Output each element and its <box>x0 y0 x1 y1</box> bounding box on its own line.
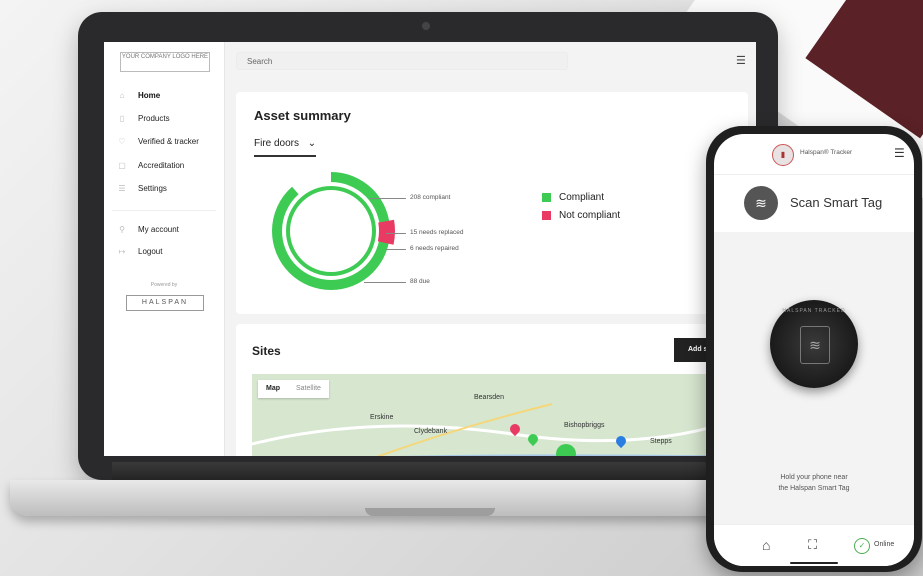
laptop-notch <box>365 508 495 516</box>
scan-frame-icon[interactable]: ⛶ <box>808 537 817 553</box>
map-label: Bishopbriggs <box>564 422 605 429</box>
nfc-wave-icon: ≋ <box>744 186 778 220</box>
legend-label: Not compliant <box>559 210 621 221</box>
laptop-camera <box>422 22 430 30</box>
badge-icon: ▢ <box>118 160 126 170</box>
sidebar-item-label: Settings <box>138 183 167 193</box>
asset-type-value: Fire doors <box>254 138 300 149</box>
online-check-icon: ✓ <box>854 538 870 554</box>
powered-by-label: Powered by <box>150 282 178 288</box>
chevron-down-icon: ⌄ <box>307 138 317 149</box>
annotation-compliant: 208 compliant <box>410 194 451 201</box>
inner-ring <box>286 186 376 276</box>
instruction-line: Hold your phone near <box>780 474 848 481</box>
scan-label: Scan Smart Tag <box>790 195 883 210</box>
halspan-mark-icon: ≋ <box>800 326 830 364</box>
phone-header: ▮ Halspan® Tracker ☰ <box>714 134 914 175</box>
scan-smart-tag-button[interactable]: ≋ Scan Smart Tag <box>714 174 914 233</box>
map-label: Erskine <box>370 414 394 421</box>
settings-icon: ☰ <box>118 183 126 193</box>
filter-menu-icon[interactable]: ☰ <box>736 55 748 67</box>
home-icon: ⌂ <box>119 90 125 100</box>
compliance-donut-chart <box>267 167 395 295</box>
scan-instructions: Hold your phone near the Halspan Smart T… <box>734 472 894 494</box>
phone-bottom-nav: ⌂ ⛶ ✓ Online <box>714 524 914 566</box>
sidebar-item-label: My account <box>138 224 179 234</box>
tab-satellite[interactable]: Satellite <box>288 380 329 398</box>
annotation-line <box>364 282 406 283</box>
sidebar-item-label: Verified & tracker <box>138 136 199 146</box>
home-indicator <box>790 562 838 564</box>
instruction-line: the Halspan Smart Tag <box>778 485 850 492</box>
tab-map[interactable]: Map <box>258 380 288 398</box>
compliant-segment <box>272 172 390 290</box>
halspan-logo: HALSPAN <box>126 295 204 311</box>
company-logo: YOUR COMPANY LOGO HERE <box>120 52 210 72</box>
document-icon: ▯ <box>119 113 125 123</box>
map-label: Clydebank <box>414 428 448 435</box>
sites-title: Sites <box>252 344 281 358</box>
sidebar: YOUR COMPANY LOGO HERE ⌂ Home ▯ Products… <box>104 42 225 456</box>
annotation-needs-replaced: 15 needs replaced <box>410 229 464 236</box>
laptop-screen: YOUR COMPANY LOGO HERE ⌂ Home ▯ Products… <box>104 42 756 456</box>
smart-tag-image: HALSPAN TRACKED ≋ <box>770 300 858 388</box>
sidebar-divider <box>112 210 216 211</box>
sidebar-item-label: Products <box>138 113 170 123</box>
phone-body-area: HALSPAN TRACKED ≋ Hold your phone near t… <box>714 232 914 524</box>
sidebar-item-verified-tracker[interactable]: ♡ Verified & tracker <box>104 132 224 150</box>
legend-label: Compliant <box>559 192 605 203</box>
sidebar-item-settings[interactable]: ☰ Settings <box>104 179 224 197</box>
sites-card: Sites Add s Map Satellite Bearsden Erski… <box>236 324 754 456</box>
legend-item-not-compliant: Not compliant <box>542 210 620 221</box>
annotation-line <box>386 233 406 234</box>
logout-icon: ↦ <box>118 246 126 256</box>
asset-summary-title: Asset summary <box>254 108 351 123</box>
sidebar-item-label: Accreditation <box>138 160 185 170</box>
asset-type-dropdown[interactable]: Fire doors ⌄ <box>254 138 317 157</box>
online-status: Online <box>874 541 895 548</box>
map-label: Bearsden <box>474 394 504 401</box>
annotation-due: 88 due <box>410 278 430 285</box>
phone-screen: ▮ Halspan® Tracker ☰ ≋ Scan Smart Tag HA… <box>714 134 914 566</box>
app-name: Halspan® Tracker <box>800 149 853 156</box>
pin-icon: ♡ <box>118 136 126 146</box>
user-icon: ⚲ <box>119 224 125 234</box>
sidebar-item-label: Logout <box>138 246 163 256</box>
sidebar-item-accreditation[interactable]: ▢ Accreditation <box>104 156 224 174</box>
sites-map[interactable]: Map Satellite Bearsden Erskine Clydebank… <box>252 374 752 456</box>
sidebar-item-logout[interactable]: ↦ Logout <box>104 242 224 260</box>
map-type-tabs: Map Satellite <box>258 380 329 398</box>
home-icon[interactable]: ⌂ <box>762 537 770 553</box>
sidebar-item-label: Home <box>138 90 161 100</box>
tag-text: HALSPAN TRACKED <box>782 308 846 314</box>
sidebar-item-home[interactable]: ⌂ Home <box>104 86 224 104</box>
legend-swatch <box>542 211 551 220</box>
hamburger-menu-icon[interactable]: ☰ <box>894 146 905 160</box>
search-input[interactable]: Search <box>236 52 568 70</box>
app-logo-icon: ▮ <box>772 144 794 166</box>
map-label: Stepps <box>650 438 672 445</box>
legend-item-compliant: Compliant <box>542 192 604 203</box>
sidebar-item-products[interactable]: ▯ Products <box>104 109 224 127</box>
annotation-line <box>386 249 406 250</box>
sidebar-item-my-account[interactable]: ⚲ My account <box>104 220 224 238</box>
legend-swatch <box>542 193 551 202</box>
annotation-line <box>370 198 406 199</box>
asset-summary-card: Asset summary Fire doors ⌄ 208 compliant… <box>236 92 748 314</box>
annotation-needs-repaired: 6 needs repaired <box>410 245 459 252</box>
